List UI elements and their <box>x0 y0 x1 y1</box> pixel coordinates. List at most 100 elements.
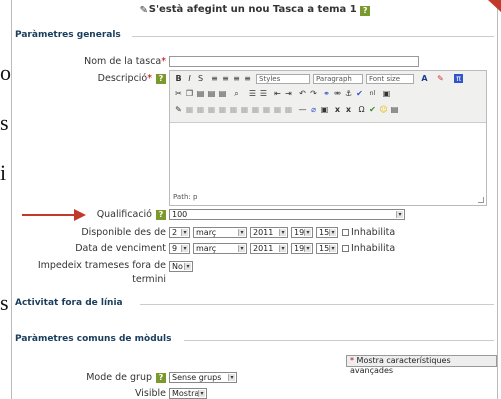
form-panel: ✎S'està afegint un nou Tasca a tema 1 ? … <box>11 0 498 399</box>
description-editor[interactable]: B I S ≡ ≡ ≡ ≡ Styles Paragraph Font size… <box>169 70 487 206</box>
link-icon[interactable]: ⚭ <box>322 89 331 98</box>
editor-toolbar: B I S ≡ ≡ ≡ ≡ Styles Paragraph Font size… <box>170 71 486 123</box>
disable-label: Inhabilita <box>351 243 396 254</box>
chevron-down-icon: ▾ <box>238 245 245 252</box>
align-justify-icon[interactable]: ≡ <box>243 74 252 83</box>
bold-icon[interactable]: B <box>174 74 183 83</box>
available-year-select[interactable]: 2011 ▾ <box>250 227 288 238</box>
section-offline[interactable]: Activitat fora de línia <box>15 298 123 308</box>
section-general[interactable]: Paràmetres generals <box>15 30 121 40</box>
available-minute-select[interactable]: 15 ▾ <box>316 227 338 238</box>
available-month-select[interactable]: març ▾ <box>193 227 247 238</box>
nolink-icon[interactable]: nl <box>368 89 377 98</box>
editor-path: Path: p <box>173 193 198 201</box>
chevron-down-icon: ▾ <box>304 245 311 252</box>
arrow-head-icon <box>74 209 86 221</box>
image-insert-icon[interactable]: ▣ <box>320 105 329 114</box>
available-day-select[interactable]: 2 ▾ <box>169 227 190 238</box>
available-hour-select[interactable]: 19 ▾ <box>291 227 313 238</box>
insert-row-icon[interactable]: ▦ <box>218 105 227 114</box>
anchor-icon[interactable]: ⚓ <box>344 89 353 98</box>
align-left-icon[interactable]: ≡ <box>210 74 219 83</box>
highlight-icon[interactable]: ✎ <box>436 74 445 83</box>
grade-select[interactable]: 100 ▾ <box>169 209 405 220</box>
chevron-down-icon: ▾ <box>396 211 403 218</box>
undo-icon[interactable]: ↶ <box>298 89 307 98</box>
help-icon[interactable]: ? <box>360 6 371 16</box>
due-month-select[interactable]: març ▾ <box>193 243 247 254</box>
side-letter: s <box>0 290 9 315</box>
name-label: Nom de la tasca* <box>84 56 166 67</box>
styles-select[interactable]: Styles <box>256 74 310 84</box>
cut-icon[interactable]: ✂ <box>174 89 183 98</box>
help-icon[interactable]: ? <box>156 74 166 84</box>
unlink-icon[interactable]: ⚮ <box>333 89 342 98</box>
paragraph-select[interactable]: Paragraph <box>313 74 363 84</box>
hr-icon[interactable]: — <box>298 105 307 114</box>
due-disable-checkbox[interactable] <box>342 245 349 252</box>
strikethrough-icon[interactable]: S <box>196 74 205 83</box>
charmap-icon[interactable]: Ω <box>357 105 366 114</box>
insert-col-icon[interactable]: ▦ <box>240 105 249 114</box>
help-icon[interactable]: ? <box>156 210 166 220</box>
visible-label: Visible <box>134 388 166 399</box>
cleanup-icon[interactable]: ⌀ <box>309 105 318 114</box>
group-mode-select[interactable]: Sense grups ▾ <box>169 372 237 383</box>
align-center-icon[interactable]: ≡ <box>221 74 230 83</box>
pi-icon[interactable]: π <box>454 74 463 83</box>
numbered-list-icon[interactable]: ☰ <box>259 89 268 98</box>
name-input[interactable] <box>169 56 419 67</box>
redo-icon[interactable]: ↷ <box>309 89 318 98</box>
chevron-down-icon: ▾ <box>279 245 286 252</box>
paste-icon[interactable]: ▤ <box>196 89 205 98</box>
due-day-select[interactable]: 9 ▾ <box>169 243 190 254</box>
find-icon[interactable]: ⌕ <box>232 89 241 98</box>
chevron-down-icon: ▾ <box>279 229 286 236</box>
copy-icon[interactable]: ❐ <box>185 89 194 98</box>
fullscreen-icon[interactable]: ▤ <box>390 105 399 114</box>
paste-text-icon[interactable]: ▤ <box>207 89 216 98</box>
align-right-icon[interactable]: ≡ <box>232 74 241 83</box>
table-extra-icon[interactable]: ▦ <box>284 105 293 114</box>
section-common[interactable]: Paràmetres comuns de mòduls <box>15 334 172 344</box>
chevron-down-icon: ▾ <box>238 229 245 236</box>
subscript-icon[interactable]: x <box>333 105 342 114</box>
available-disable-checkbox[interactable] <box>342 229 349 236</box>
lang-icon[interactable]: ✔ <box>355 89 364 98</box>
merge-cells-icon[interactable]: ▦ <box>273 105 282 114</box>
prevent-late-label: Impedeix trameses fora de <box>37 260 166 271</box>
assignment-icon: ✎ <box>139 5 148 16</box>
delete-col-icon[interactable]: ▦ <box>251 105 260 114</box>
fontsize-select[interactable]: Font size <box>366 74 414 84</box>
prevent-late-select[interactable]: No ▾ <box>169 261 193 272</box>
paste-word-icon[interactable]: ▤ <box>218 89 227 98</box>
side-letter: o <box>0 60 11 85</box>
edit-html-icon[interactable]: ✎ <box>174 105 183 114</box>
help-icon[interactable]: ? <box>156 373 166 383</box>
text-color-icon[interactable]: A <box>420 74 429 83</box>
bullet-list-icon[interactable]: ☰ <box>248 89 257 98</box>
chevron-down-icon: ▾ <box>304 229 311 236</box>
prevent-late-label-cont: termini <box>132 274 166 285</box>
cell-props-icon[interactable]: ▦ <box>207 105 216 114</box>
due-minute-select[interactable]: 15 ▾ <box>316 243 338 254</box>
italic-icon[interactable]: I <box>185 74 194 83</box>
table-icon[interactable]: ▦ <box>185 105 194 114</box>
section-divider <box>184 340 494 341</box>
visible-select[interactable]: Mostra ▾ <box>169 388 207 399</box>
spellcheck-icon[interactable]: ✔ <box>368 105 377 114</box>
chevron-down-icon: ▾ <box>184 263 191 270</box>
available-label: Disponible des de <box>81 227 166 238</box>
due-hour-select[interactable]: 19 ▾ <box>291 243 313 254</box>
split-cells-icon[interactable]: ▦ <box>262 105 271 114</box>
resize-handle[interactable] <box>478 197 484 203</box>
delete-row-icon[interactable]: ▦ <box>229 105 238 114</box>
image-icon[interactable]: ▣ <box>382 89 391 98</box>
superscript-icon[interactable]: x <box>344 105 353 114</box>
outdent-icon[interactable]: ⇤ <box>273 89 282 98</box>
row-props-icon[interactable]: ▦ <box>196 105 205 114</box>
indent-icon[interactable]: ⇥ <box>284 89 293 98</box>
show-advanced-button[interactable]: * Mostra característiques avançades <box>346 355 497 375</box>
emoticon-icon[interactable]: ☺ <box>379 105 388 114</box>
due-year-select[interactable]: 2011 ▾ <box>250 243 288 254</box>
